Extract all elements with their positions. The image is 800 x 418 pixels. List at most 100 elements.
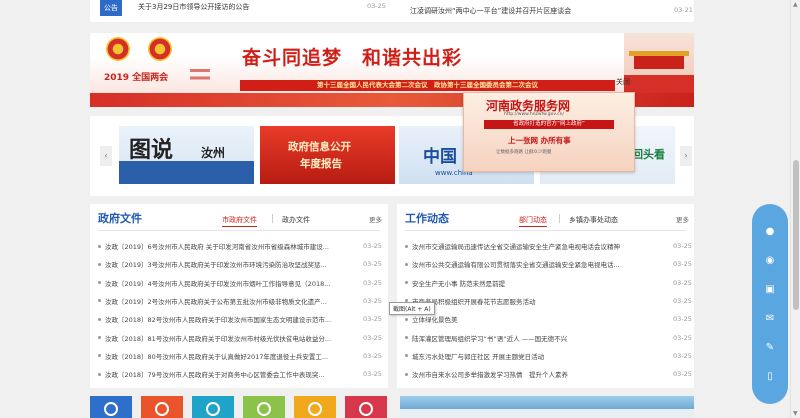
service-tile-icon [104, 402, 118, 416]
news-date: 03-25 [673, 315, 692, 324]
news-item[interactable]: 汝政〔2018〕79号汝州市人民政府关于对商务中心区管委会工作中表现突... 03… [98, 366, 387, 382]
national-emblem-icon [106, 37, 130, 61]
bullet-icon [98, 299, 101, 303]
service-tile[interactable] [294, 396, 336, 418]
news-item[interactable]: 汝政〔2019〕6号汝州市人民政府 关于印发河南省汝州市省级森林城市建设... 0… [98, 238, 387, 254]
popup-band: 省政府打造的官方“网上政府” [484, 120, 614, 129]
popup-caption: 让数据多跑路 让群众少跑腿 [496, 150, 552, 155]
news-date: 03-25 [673, 260, 692, 269]
news-item[interactable]: 立体绿化景色美 03-25 [405, 311, 697, 327]
slide-tushuo-city: 汝州 [201, 146, 226, 160]
weibo-icon[interactable]: ◉ [762, 253, 778, 267]
news-title[interactable]: 安全生产无小事 防范未然是前提 [412, 278, 662, 288]
news-item[interactable]: 市商务局积极组织开展春花节志愿服务活动 03-25 [405, 293, 697, 309]
service-tile[interactable] [243, 396, 285, 418]
news-item[interactable]: 汝政〔2018〕80号汝州市人民政府关于认真做好2017年度退役士兵安置工...… [98, 348, 387, 364]
bullet-icon [405, 262, 408, 266]
pagoda-graphic [190, 63, 210, 93]
news-title[interactable]: 汝政〔2018〕81号汝州市人民政府关于印发汝州市村级光伏扶贫电站收益分... [105, 333, 355, 343]
slide-review-title: 回头看 [632, 148, 665, 161]
news-title[interactable]: 陆浑灌区管理局组织学习“书”语“近人 ——国无德不兴 [412, 333, 662, 343]
news-item[interactable]: 陆浑灌区管理局组织学习“书”语“近人 ——国无德不兴 03-25 [405, 330, 697, 346]
service-tile[interactable] [141, 396, 183, 418]
news-title[interactable]: 汝政〔2018〕82号汝州市人民政府关于印发汝州市国家生态文明建设示范市... [105, 314, 355, 324]
wechat-icon[interactable]: ● [762, 224, 778, 238]
news-date: 03-25 [673, 278, 692, 287]
news-date: 03-25 [363, 278, 382, 287]
service-tile-icon [359, 402, 373, 416]
tab-separator [559, 214, 560, 223]
news-item[interactable]: 安全生产无小事 防范未然是前提 03-25 [405, 275, 697, 291]
news-item[interactable]: 汝政〔2019〕3号汝州市人民政府关于印发汝州市环境污染防治攻坚战奖惩... 03… [98, 256, 387, 272]
carousel-slide-annual-report[interactable]: 政府信息公开 年度报告 [260, 126, 395, 184]
news-title[interactable]: 市商务局积极组织开展春花节志愿服务活动 [412, 296, 662, 306]
tab-township-news[interactable]: 乡镇办事处动态 [569, 215, 618, 225]
news-title[interactable]: 汝州市交通运输局迅速传达全省交通运输安全生产紧急电视电话会议精神 [412, 241, 662, 251]
work-news-panel: 工作动态 部门动态 乡镇办事处动态 更多 汝州市交通运输局迅速传达全省交通运输安… [397, 204, 694, 388]
scroll-down-arrow-icon[interactable]: ▼ [793, 410, 798, 417]
carousel-prev-button[interactable]: ‹ [100, 146, 112, 166]
news-item[interactable]: 汝政〔2018〕81号汝州市人民政府关于印发汝州市村级光伏扶贫电站收益分... 0… [98, 330, 387, 346]
news-title[interactable]: 汝政〔2018〕80号汝州市人民政府关于认真做好2017年度退役士兵安置工... [105, 351, 355, 361]
news-item[interactable]: 汝政〔2018〕82号汝州市人民政府关于印发汝州市国家生态文明建设示范市... 0… [98, 311, 387, 327]
news-date: 03-25 [363, 333, 382, 342]
service-tile[interactable] [345, 396, 387, 418]
notice-icon: 公告 [100, 0, 122, 16]
scroll-up-arrow-icon[interactable]: ▲ [793, 1, 798, 8]
news-date: 03-25 [363, 315, 382, 324]
mobile-icon[interactable]: ▯ [762, 369, 778, 383]
news-date: 03-25 [673, 333, 692, 342]
qzone-icon[interactable]: ▣ [762, 282, 778, 296]
news-title[interactable]: 汝政〔2019〕3号汝州市人民政府关于印发汝州市环境污染防治攻坚战奖惩... [105, 259, 355, 269]
news-title[interactable]: 汝州市公共交通运输有限公司贯彻落实全省交通运输安全紧急电视电话... [412, 259, 662, 269]
work-news-more-link[interactable]: 更多 [676, 214, 689, 224]
news-link[interactable]: 江凌调研汝州“两中心一平台”建设并召开片区座谈会 [410, 6, 571, 16]
city-photo[interactable] [400, 396, 694, 418]
tab-office-documents[interactable]: 政办文件 [282, 215, 310, 225]
slide-tushuo-title: 图说 [129, 137, 174, 163]
news-title[interactable]: 汝政〔2018〕79号汝州市人民政府关于对商务中心区管委会工作中表现突... [105, 369, 355, 379]
news-item[interactable]: 汝政〔2019〕4号汝州市人民政府关于印发汝州市烟叶工作指导意见（2018...… [98, 275, 387, 291]
news-item[interactable]: 城东污水处理厂与郭庄社区 开展主题党日活动 03-25 [405, 348, 697, 364]
scroll-thumb[interactable] [793, 160, 799, 310]
gov-documents-more-link[interactable]: 更多 [369, 214, 382, 224]
bullet-icon [98, 336, 101, 339]
news-title[interactable]: 汝政〔2019〕4号汝州市人民政府关于印发汝州市烟叶工作指导意见（2018... [105, 278, 355, 288]
screenshot-tooltip: 截图(Alt + A) [389, 302, 435, 315]
carousel-slide-tushuo[interactable]: 图说 汝州 [119, 126, 254, 184]
panel-divider [98, 230, 380, 231]
news-title[interactable]: 汝政〔2019〕6号汝州市人民政府 关于印发河南省汝州市省级森林城市建设... [105, 241, 355, 251]
henan-service-popup[interactable]: 河南政务服务网 http://www.hnzwfw.gov.cn/ 省政府打造的… [463, 92, 635, 172]
slide-report-line1: 政府信息公开 [288, 141, 351, 153]
service-tile[interactable] [192, 396, 234, 418]
news-item[interactable]: 汝州市公共交通运输有限公司贯彻落实全省交通运输安全紧急电视电话... 03-25 [405, 256, 697, 272]
news-title[interactable]: 汝政〔2019〕2号汝州市人民政府关于公布第五批汝州市级非物质文化遗产... [105, 296, 355, 306]
news-item[interactable]: 汝州市交通运输局迅速传达全省交通运输安全生产紧急电视电话会议精神 03-25 [405, 238, 697, 254]
tab-city-documents[interactable]: 市政府文件 [222, 215, 257, 227]
bullet-icon [405, 281, 408, 285]
news-title[interactable]: 汝州市自来水公司多举措激发学习热情 提升个人素养 [412, 369, 662, 379]
email-icon[interactable]: ✉ [762, 311, 778, 325]
banner-sub-slogan: 第十三届全国人民代表大会第二次会议 政协第十三届全国委员会第二次会议 [240, 80, 615, 91]
tab-department-news[interactable]: 部门动态 [519, 215, 547, 227]
tiananmen-graphic [624, 33, 694, 93]
news-item[interactable]: 汝政〔2019〕2号汝州市人民政府关于公布第五批汝州市级非物质文化遗产... 03… [98, 293, 387, 309]
bullet-icon [98, 262, 101, 266]
service-tile[interactable] [90, 396, 132, 418]
tab-separator [272, 214, 273, 223]
service-tile-icon [206, 402, 220, 416]
news-title[interactable]: 立体绿化景色美 [412, 314, 662, 324]
bullet-icon [405, 372, 408, 376]
notice-link[interactable]: 关于3月29日市领导公开接访的公告 [138, 2, 249, 12]
news-title[interactable]: 城东污水处理厂与郭庄社区 开展主题党日活动 [412, 351, 662, 361]
bullet-icon [405, 354, 408, 358]
bullet-icon [405, 336, 408, 339]
news-item[interactable]: 汝州市自来水公司多举措激发学习热情 提升个人素养 03-25 [405, 366, 697, 382]
slide-report-line2: 年度报告 [300, 158, 342, 170]
banner-close-button[interactable]: 关闭 [616, 77, 630, 87]
carousel-next-button[interactable]: › [680, 146, 692, 166]
popup-slogan: 上一张网 办所有事 [508, 136, 571, 145]
edit-icon[interactable]: ✎ [762, 340, 778, 354]
news-date: 03-25 [673, 296, 692, 305]
page-scrollbar[interactable]: ▲ ▼ [790, 0, 800, 418]
